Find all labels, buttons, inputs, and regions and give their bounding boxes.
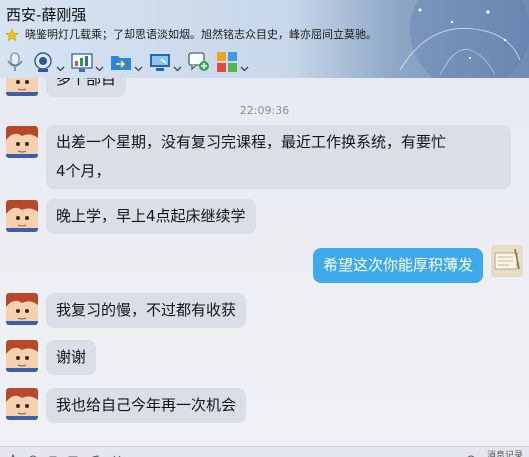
outgoing-message-bubble[interactable]: 希望这次你能厚积薄发 xyxy=(312,248,483,283)
chevron-down-icon[interactable] xyxy=(240,58,249,71)
image-icon[interactable] xyxy=(68,449,78,457)
contact-name-title: 西安-薛刚强 xyxy=(6,6,87,24)
contact-avatar[interactable] xyxy=(6,126,38,158)
add-chat-icon xyxy=(188,51,210,73)
voice-call-button[interactable] xyxy=(4,49,26,75)
remote-desktop-icon xyxy=(149,51,171,73)
microphone-icon xyxy=(4,51,26,73)
screen-share-icon xyxy=(71,51,93,73)
message-bubble[interactable]: 谢谢 xyxy=(46,340,97,375)
shake-icon[interactable] xyxy=(48,449,58,457)
message-bubble[interactable]: 出差一个星期，没有复习完课程，最近工作换系统，有要忙 4个月， xyxy=(46,125,511,189)
font-icon[interactable] xyxy=(8,449,18,457)
signature-row: 晓鉴明灯几载乘；了却思语淡如烟。旭然铭志众目史，峰亦屈间立莫驰。 xyxy=(5,26,377,42)
message-text-line: 4个月， xyxy=(56,162,111,180)
create-group-chat-button[interactable] xyxy=(188,49,210,75)
message-text-line: 出差一个星期，没有复习完课程，最近工作换系统，有要忙 xyxy=(56,133,447,151)
chevron-down-icon[interactable] xyxy=(95,58,104,71)
message-text: 我也给自己今年再一次机会 xyxy=(56,396,237,414)
history-icon[interactable] xyxy=(466,449,476,457)
video-call-button[interactable] xyxy=(32,49,65,75)
message-bubble[interactable]: 我复习的慢，不过都有收获 xyxy=(46,293,247,328)
my-avatar[interactable] xyxy=(491,245,523,277)
input-toolbar: 消息记录 xyxy=(0,446,529,457)
message-bubble[interactable]: 多个部目 xyxy=(46,78,127,97)
message-text: 我复习的慢，不过都有收获 xyxy=(56,301,237,319)
message-text: 希望这次你能厚积薄发 xyxy=(322,256,473,274)
chat-message-area[interactable]: 多个部目 22:09:36 出差一个星期，没有复习完课程，最近工作换系统，有要忙… xyxy=(0,78,529,446)
chevron-down-icon[interactable] xyxy=(56,58,65,71)
contact-signature: 晓鉴明灯几载乘；了却思语淡如烟。旭然铭志众目史，峰亦屈间立莫驰。 xyxy=(25,28,377,41)
chevron-down-icon[interactable] xyxy=(134,58,143,71)
message-text: 晚上学，早上4点起床继续学 xyxy=(56,207,246,225)
message-text: 多个部目 xyxy=(56,78,117,88)
message-text: 谢谢 xyxy=(56,348,87,366)
chat-header: 西安-薛刚强 晓鉴明灯几载乘；了却思语淡如烟。旭然铭志众目史，峰亦屈间立莫驰。 xyxy=(0,0,529,78)
file-transfer-icon xyxy=(110,51,132,73)
star-icon xyxy=(5,27,19,42)
chevron-down-icon[interactable] xyxy=(173,58,182,71)
remote-desktop-button[interactable] xyxy=(149,49,182,75)
chat-toolbar xyxy=(4,48,255,76)
message-history-button[interactable]: 消息记录 xyxy=(487,448,523,457)
music-icon[interactable] xyxy=(90,449,100,457)
apps-button[interactable] xyxy=(216,49,249,75)
emoji-icon[interactable] xyxy=(28,449,38,457)
contact-avatar[interactable] xyxy=(6,388,38,420)
contact-avatar[interactable] xyxy=(6,78,38,96)
message-timestamp: 22:09:36 xyxy=(239,104,290,117)
webcam-icon xyxy=(32,51,54,73)
contact-avatar[interactable] xyxy=(6,340,38,372)
contact-avatar[interactable] xyxy=(6,200,38,232)
screen-share-button[interactable] xyxy=(71,49,104,75)
contact-avatar[interactable] xyxy=(6,293,38,325)
message-bubble[interactable]: 我也给自己今年再一次机会 xyxy=(46,388,247,423)
screenshot-icon[interactable] xyxy=(112,449,122,457)
file-transfer-button[interactable] xyxy=(110,49,143,75)
message-bubble[interactable]: 晚上学，早上4点起床继续学 xyxy=(46,199,256,234)
apps-icon xyxy=(216,51,238,73)
